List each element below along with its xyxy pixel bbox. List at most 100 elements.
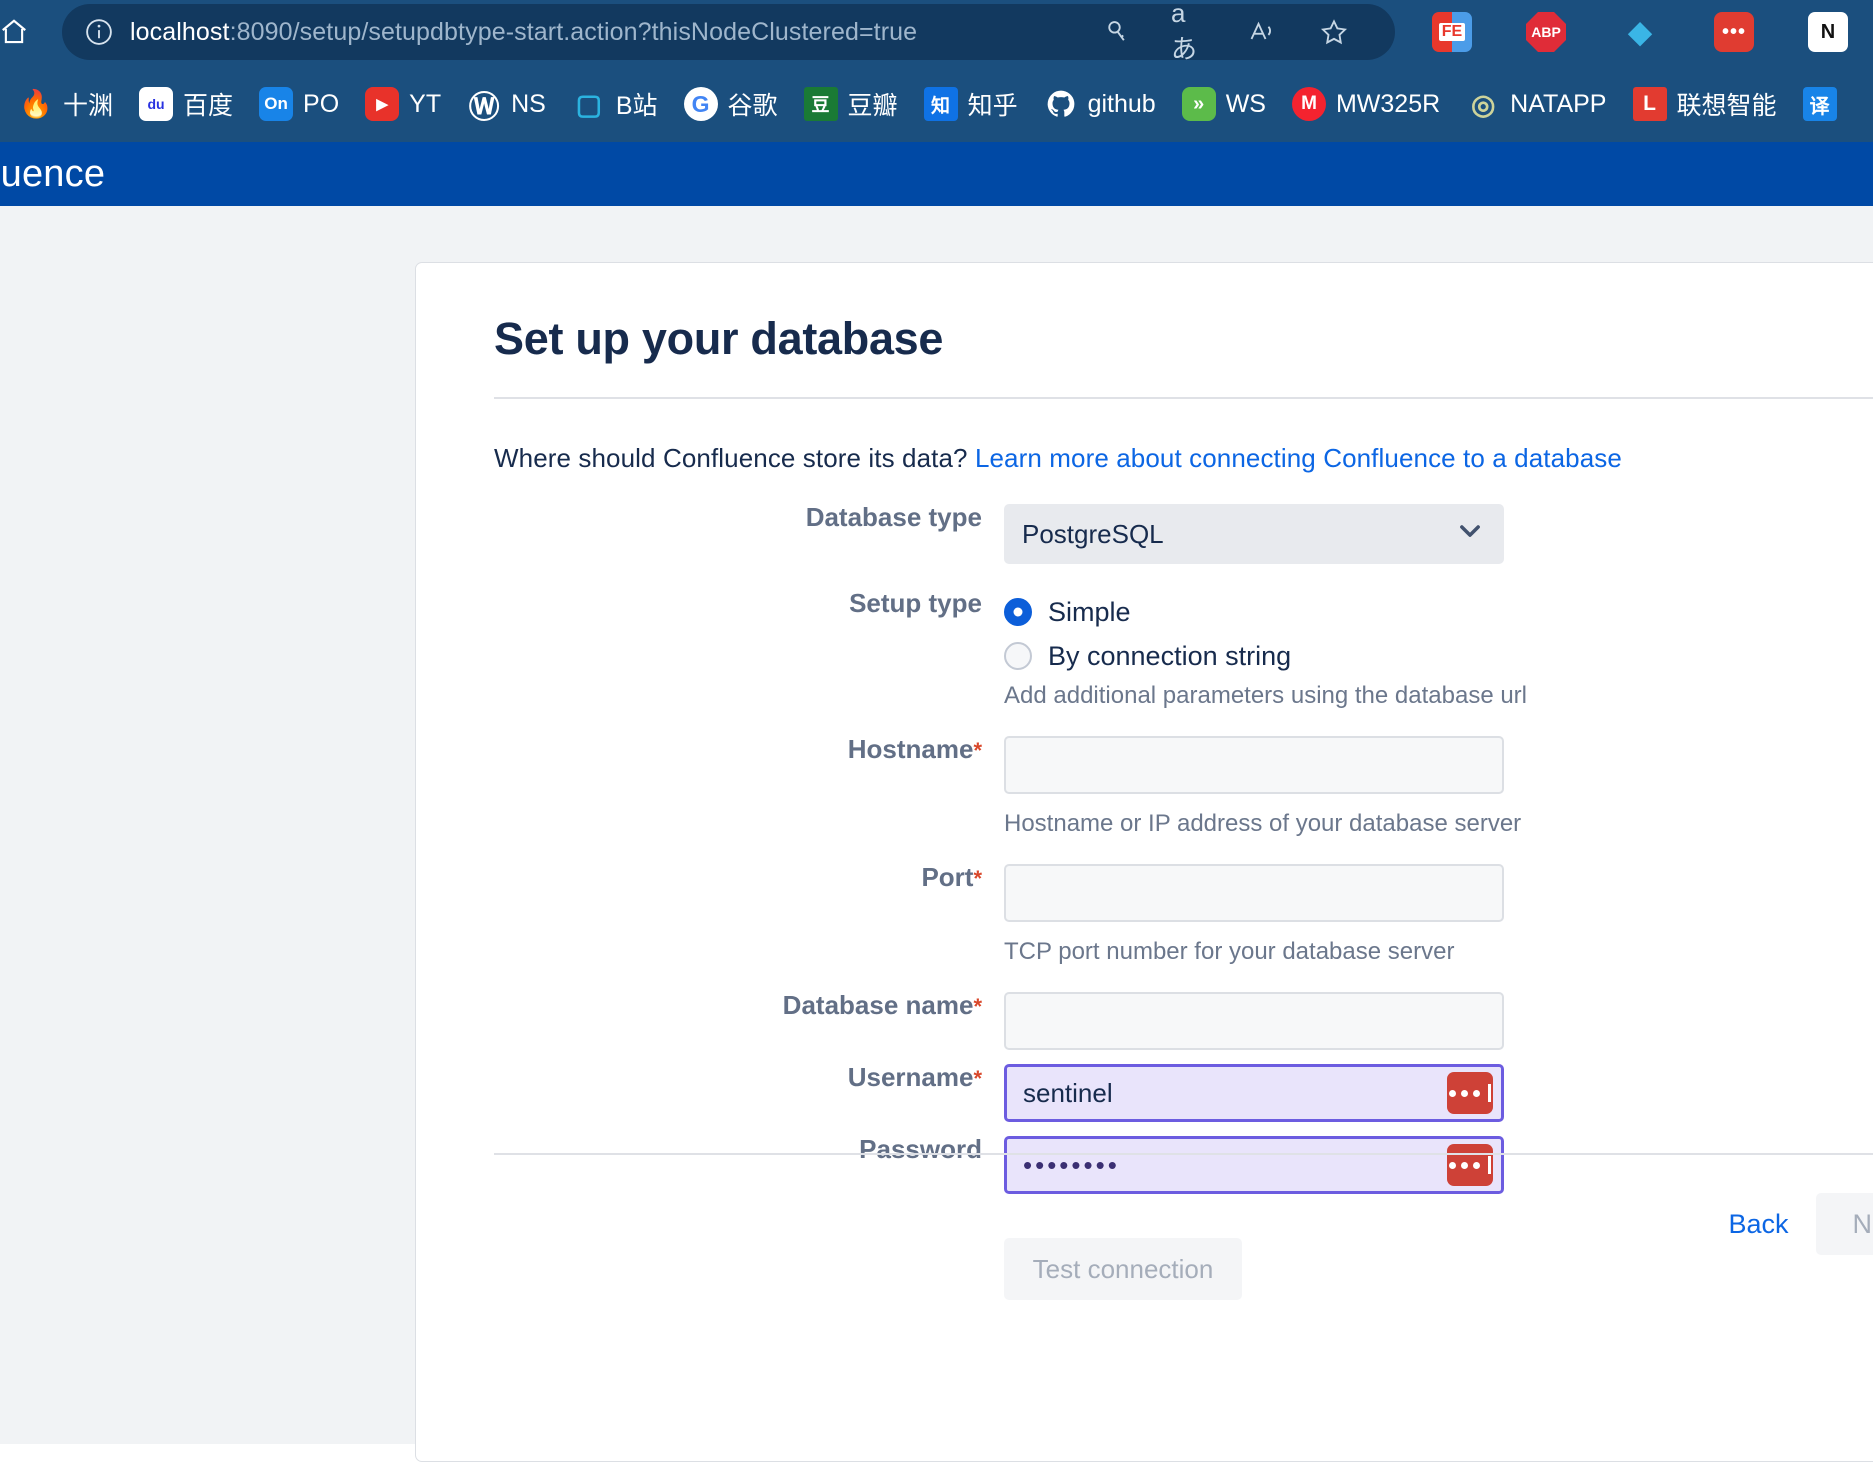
ws-icon: » xyxy=(1181,87,1216,121)
password-input[interactable]: •••••••• xyxy=(1004,1136,1504,1194)
bookmark-mw325r[interactable]: M MW325R xyxy=(1279,81,1453,127)
username-label: Username* xyxy=(416,1064,1004,1090)
bookmark-zhihu[interactable]: 知 知乎 xyxy=(911,80,1031,128)
hostname-hint: Hostname or IP address of your database … xyxy=(1004,810,1522,837)
ext-diamond-icon[interactable]: ◆ xyxy=(1620,12,1660,52)
douban-icon: 豆 xyxy=(803,87,838,121)
bookmark-label: 联想智能 xyxy=(1676,92,1777,120)
password-manager-icon[interactable] xyxy=(1447,1144,1493,1186)
intro-text: Where should Confluence store its data? xyxy=(494,443,975,473)
bookmark-bilibili[interactable]: ▢ B站 xyxy=(559,80,671,128)
back-link[interactable]: Back xyxy=(1728,1209,1788,1240)
page-title: Set up your database xyxy=(494,313,944,364)
bilibili-icon: ▢ xyxy=(575,88,603,120)
next-button[interactable]: Next xyxy=(1816,1193,1873,1255)
radio-simple-label: Simple xyxy=(1048,596,1131,627)
bookmark-label: WS xyxy=(1225,89,1266,118)
port-label: Port* xyxy=(416,864,1004,890)
actions-divider xyxy=(494,1153,1873,1155)
read-aloud-icon[interactable] xyxy=(1243,13,1281,51)
url-host: localhost xyxy=(130,17,230,46)
required-marker: * xyxy=(973,738,982,763)
address-bar[interactable]: localhost:8090/setup/setupdbtype-start.a… xyxy=(62,0,1395,64)
ext-adblockplus-icon[interactable]: ABP xyxy=(1526,12,1566,52)
lenovo-icon: L xyxy=(1632,87,1667,121)
required-marker: * xyxy=(973,866,982,891)
radio-connection-string-label: By connection string xyxy=(1048,640,1292,671)
database-type-select[interactable]: PostgreSQL xyxy=(1004,504,1504,564)
ext-fe-label: FE xyxy=(1438,23,1466,41)
translate-bookmark-icon: 译 xyxy=(1802,87,1837,121)
setup-type-hint: Add additional parameters using the data… xyxy=(1004,682,1528,709)
ext-fastestube-icon[interactable]: FE xyxy=(1432,12,1472,52)
field-row-hostname: Hostname* Hostname or IP address of your… xyxy=(416,736,1873,838)
github-icon xyxy=(1044,87,1078,121)
radio-option-simple[interactable]: Simple xyxy=(1004,590,1873,634)
username-label-text: Username xyxy=(847,1062,974,1092)
mercury-router-icon: M xyxy=(1291,87,1326,121)
radio-simple-icon[interactable] xyxy=(1004,598,1032,626)
bookmark-label: 谷歌 xyxy=(727,92,778,120)
address-bar-actions: aあ xyxy=(1099,0,1395,64)
key-icon[interactable] xyxy=(1099,13,1137,51)
username-input[interactable]: sentinel xyxy=(1004,1064,1504,1122)
learn-more-link[interactable]: Learn more about connecting Confluence t… xyxy=(975,443,1622,473)
confluence-header: luence xyxy=(0,142,1873,206)
radio-option-connection-string[interactable]: By connection string xyxy=(1004,634,1873,678)
bookmark-ws[interactable]: » WS xyxy=(1169,81,1279,127)
site-info-icon[interactable] xyxy=(82,15,116,49)
database-name-label-text: Database name xyxy=(782,990,974,1020)
bookmark-po[interactable]: On PO xyxy=(246,81,352,127)
radio-connection-string-icon[interactable] xyxy=(1004,642,1032,670)
favorite-star-icon[interactable] xyxy=(1315,13,1353,51)
bookmark-translate[interactable]: 译 xyxy=(1790,81,1850,127)
browser-chrome: localhost:8090/setup/setupdbtype-start.a… xyxy=(0,0,1873,142)
port-hint: TCP port number for your database server xyxy=(1004,938,1455,965)
url-path: :8090/setup/setupdbtype-start.action?thi… xyxy=(229,17,918,46)
hostname-input[interactable] xyxy=(1004,736,1504,794)
youtube-icon: ▶ xyxy=(365,87,400,121)
ext-dots-icon[interactable]: ••• xyxy=(1714,12,1754,52)
bookmark-label: YT xyxy=(409,89,442,118)
browser-nav-row: localhost:8090/setup/setupdbtype-start.a… xyxy=(0,0,1873,66)
zhihu-icon: 知 xyxy=(923,87,958,121)
address-bar-url: localhost:8090/setup/setupdbtype-start.a… xyxy=(130,18,917,47)
translate-icon[interactable]: aあ xyxy=(1171,0,1209,64)
required-marker: * xyxy=(973,994,982,1019)
bookmark-label: 知乎 xyxy=(967,92,1018,120)
bookmark-label: 十渊 xyxy=(63,92,114,120)
bookmark-github[interactable]: github xyxy=(1031,81,1169,127)
bookmark-douban[interactable]: 豆 豆瓣 xyxy=(791,80,911,128)
bookmark-label: github xyxy=(1087,89,1156,118)
bookmark-yt[interactable]: ▶ YT xyxy=(352,81,454,127)
bookmark-shiyuan[interactable]: 🔥 十渊 xyxy=(6,80,126,128)
bookmark-natapp[interactable]: ◎ NATAPP xyxy=(1453,81,1619,127)
google-icon: G xyxy=(683,87,718,121)
password-manager-icon[interactable] xyxy=(1447,1072,1493,1114)
database-type-value: PostgreSQL xyxy=(1022,518,1164,549)
database-setup-form: Database type PostgreSQL Setup type Simp… xyxy=(416,504,1873,1300)
title-divider xyxy=(494,397,1873,399)
home-icon[interactable] xyxy=(0,10,36,54)
bookmark-lenovo[interactable]: L 联想智能 xyxy=(1620,80,1790,128)
required-marker: * xyxy=(973,1066,982,1091)
onenote-icon: On xyxy=(259,87,294,121)
wordpress-icon: Ⓦ xyxy=(468,89,500,122)
bookmark-ns[interactable]: Ⓦ NS xyxy=(454,81,559,127)
password-label: Password xyxy=(859,1134,982,1164)
field-row-password: Password •••••••• xyxy=(416,1136,1873,1194)
chevron-down-icon xyxy=(1456,517,1484,552)
field-row-port: Port* TCP port number for your database … xyxy=(416,864,1873,966)
bookmark-baidu[interactable]: du 百度 xyxy=(126,80,246,128)
field-row-database-name: Database name* xyxy=(416,992,1873,1050)
ext-onenote-icon[interactable]: N xyxy=(1808,12,1848,52)
bookmark-label: NS xyxy=(511,89,546,118)
username-value: sentinel xyxy=(1023,1077,1113,1108)
bookmark-google[interactable]: G 谷歌 xyxy=(671,80,791,128)
setup-card: Set up your database Where should Conflu… xyxy=(415,262,1873,1462)
port-input[interactable] xyxy=(1004,864,1504,922)
database-name-input[interactable] xyxy=(1004,992,1504,1050)
port-label-text: Port xyxy=(921,862,974,892)
card-actions: Back Next xyxy=(494,1193,1873,1255)
database-name-label: Database name* xyxy=(416,992,1004,1018)
